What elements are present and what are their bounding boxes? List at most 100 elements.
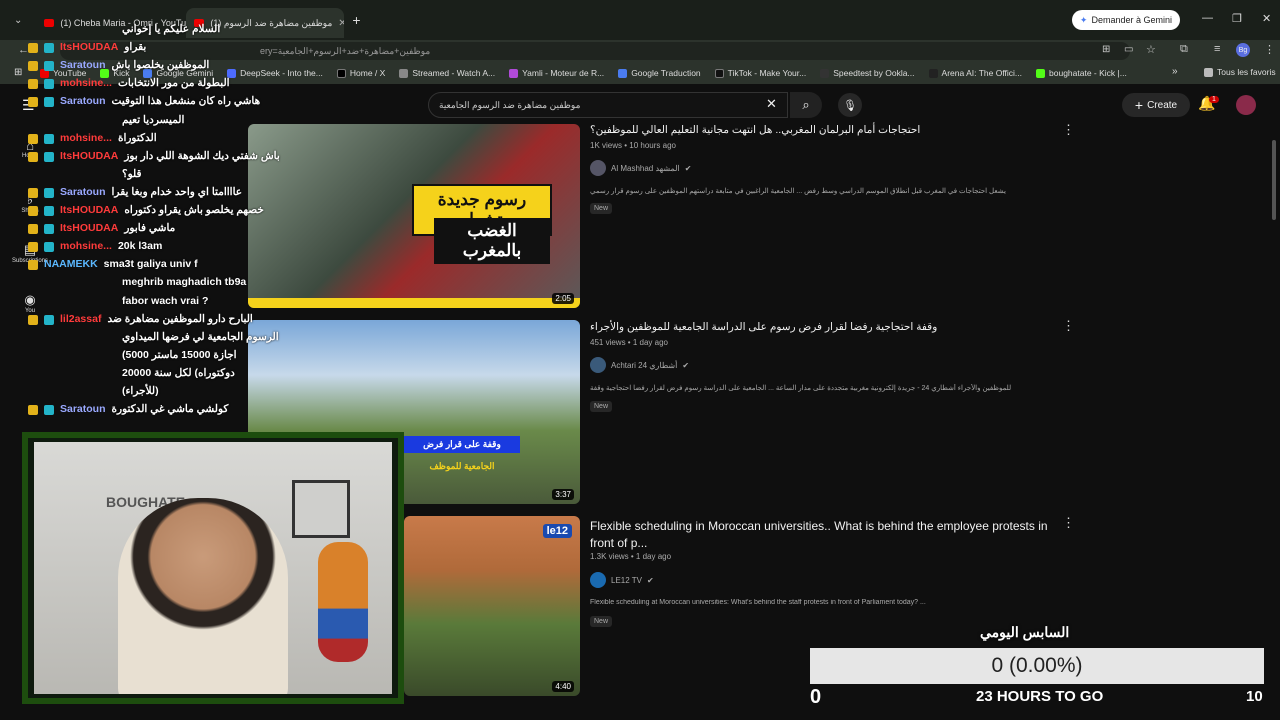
chat-username[interactable]: lil2assaf: [60, 313, 101, 325]
chat-text: الدكتوراة: [117, 131, 157, 144]
bookmark-translate[interactable]: Google Traduction: [618, 68, 701, 78]
chat-username[interactable]: ItsHOUDAA: [60, 41, 118, 53]
search-button[interactable]: ⌕: [790, 92, 822, 118]
bookmark-x[interactable]: Home / X: [336, 68, 386, 78]
chat-message: lil2assaf البارح دارو الموظفين مضاهرة ضد: [28, 313, 253, 325]
voice-search-button[interactable]: 🎙: [838, 93, 862, 117]
extensions-icon[interactable]: ⧉: [1180, 43, 1188, 56]
new-badge: New: [590, 616, 613, 627]
bookmark-tiktok[interactable]: TikTok - Make Your...: [714, 68, 806, 78]
chat-text: السلام عليكم يا إخواني: [122, 23, 221, 35]
close-tab-icon[interactable]: ✕: [338, 18, 344, 29]
chat-text: هاشي راه كان منشعل هذا التوقيت: [111, 95, 261, 108]
channel-avatar: [590, 160, 606, 176]
chat-text: fabor wach vrai ?: [122, 294, 209, 307]
bookmark-streamed[interactable]: Streamed - Watch A...: [399, 68, 495, 78]
chat-username[interactable]: NAAMEKK: [44, 258, 98, 270]
more-actions-icon[interactable]: ⋮: [1062, 515, 1075, 531]
chat-message: الرسوم الجامعية لي فرضها الميداوي: [28, 331, 279, 343]
all-bookmarks-folder[interactable]: Tous les favoris: [1204, 67, 1276, 77]
more-actions-icon[interactable]: ⋮: [1062, 318, 1075, 334]
chat-username[interactable]: Saratoun: [60, 95, 106, 107]
translate-icon[interactable]: ⊞: [1102, 44, 1110, 55]
chat-message: NAAMEKK sma3t galiya univ f: [28, 258, 198, 271]
chat-username[interactable]: mohsine...: [60, 132, 112, 144]
bookmark-label: Arena AI: The Offici...: [941, 68, 1023, 78]
chat-message: ItsHOUDAA بقراو: [28, 41, 146, 54]
channel-name: Achtari 24 أشطاري: [611, 360, 678, 370]
chat-username[interactable]: ItsHOUDAA: [60, 150, 118, 162]
create-button[interactable]: + Create: [1122, 93, 1190, 117]
chat-text: قلو؟: [122, 167, 142, 180]
subscriber-badge-icon: [44, 187, 54, 198]
chat-message: fabor wach vrai ?: [28, 295, 208, 307]
chat-username[interactable]: ItsHOUDAA: [60, 222, 118, 234]
apps-icon[interactable]: ⊞: [14, 67, 22, 78]
chat-username[interactable]: mohsine...: [60, 77, 112, 89]
video-duration: 4:40: [552, 681, 574, 692]
chat-message: ItsHOUDAA باش شفتي ديك الشوهة اللي دار بو…: [28, 150, 280, 162]
search-value: موظفين مضاهرة ضد الرسوم الجامعية: [439, 99, 581, 110]
minimize-window-icon[interactable]: —: [1202, 12, 1213, 24]
clear-search-icon[interactable]: ✕: [766, 96, 777, 112]
url-field[interactable]: ery= موظفين+مضاهرة+ضد+الرسوم+الجامعية: [60, 42, 1130, 60]
video-thumbnail[interactable]: le12 4:40: [404, 516, 580, 696]
bookmark-label: Home / X: [349, 68, 386, 78]
maximize-window-icon[interactable]: ❐: [1232, 12, 1242, 25]
search-icon: ⌕: [802, 97, 810, 112]
bookmark-boughatate[interactable]: boughatate - Kick |...: [1036, 68, 1127, 78]
channel-avatar: [590, 572, 606, 588]
media-icon[interactable]: ≡: [1214, 43, 1220, 55]
video-channel[interactable]: Achtari 24 أشطاري ✔: [590, 357, 689, 373]
arena-icon: [928, 68, 938, 78]
chat-text: الرسوم الجامعية لي فرضها الميداوي: [122, 330, 279, 343]
cast-icon[interactable]: ▭: [1124, 44, 1133, 55]
video-thumbnail[interactable]: رسوم جديدة تشعل الغضب بالمغرب 2:05: [248, 124, 580, 308]
bookmark-star-icon[interactable]: ☆: [1146, 43, 1156, 56]
chat-text: الموظفين يخلصوا باش: [111, 59, 210, 72]
tab-search-dropdown-icon[interactable]: ⌄: [14, 15, 22, 26]
chat-username[interactable]: ItsHOUDAA: [60, 204, 118, 216]
menu-icon[interactable]: ⋮: [1264, 43, 1275, 56]
more-actions-icon[interactable]: ⋮: [1062, 122, 1075, 138]
profile-icon[interactable]: Bg: [1236, 43, 1250, 57]
bookmark-yamli[interactable]: Yamli - Moteur de R...: [509, 68, 604, 78]
video-title[interactable]: Flexible scheduling in Moroccan universi…: [590, 518, 1060, 552]
video-channel[interactable]: Al Mashhad المشهد ✔: [590, 160, 691, 176]
chat-message: meghrib maghadich tb9a: [28, 276, 246, 288]
bookmark-speedtest[interactable]: Speedtest by Ookla...: [820, 68, 915, 78]
chat-username[interactable]: mohsine...: [60, 240, 112, 252]
chat-username[interactable]: Saratoun: [60, 186, 106, 198]
close-window-icon[interactable]: ✕: [1262, 12, 1271, 25]
bookmark-arena[interactable]: Arena AI: The Offici...: [928, 68, 1023, 78]
subscriber-badge-icon: [44, 97, 54, 108]
new-tab-button[interactable]: +: [352, 12, 360, 28]
thumbnail-bottom-bar: [248, 298, 580, 308]
more-bookmarks-icon[interactable]: »: [1172, 66, 1178, 77]
thumbnail-overlay: الغضب بالمغرب: [434, 218, 550, 264]
wall-frame: [292, 480, 350, 538]
page-scrollbar[interactable]: [1272, 140, 1276, 220]
new-badge: New: [590, 401, 613, 412]
bookmark-deepseek[interactable]: DeepSeek - Into the...: [227, 68, 323, 78]
youtube-search-input[interactable]: موظفين مضاهرة ضد الرسوم الجامعية: [428, 92, 788, 118]
kick-icon: [1036, 68, 1046, 78]
video-meta: 451 views • 1 day ago: [590, 338, 668, 347]
video-title[interactable]: احتجاجات أمام البرلمان المغربي.. هل انته…: [590, 124, 1060, 136]
streamer: [118, 498, 288, 694]
chat-text: البارح دارو الموظفين مضاهرة ضد: [107, 312, 253, 325]
folder-icon: [1204, 67, 1213, 77]
chat-text: خصهم يخلصو باش يقراو دكتوراه: [124, 204, 264, 216]
account-avatar[interactable]: [1236, 95, 1256, 115]
crown-badge-icon: [28, 133, 38, 144]
subscriber-badge-icon: [44, 61, 54, 72]
goal-time-left: 23 HOURS TO GO: [976, 688, 1104, 705]
video-channel[interactable]: LE12 TV ✔: [590, 572, 654, 588]
goal-min: 0: [810, 686, 822, 708]
ask-gemini-button[interactable]: ✦ Demander à Gemini: [1071, 10, 1180, 30]
video-title[interactable]: وقفة احتجاجية رفضا لقرار فرض رسوم على ال…: [590, 321, 1060, 333]
chat-username[interactable]: Saratoun: [60, 403, 106, 415]
screen: ⌄ (1) Cheba Maria - Omri - YouTu ✕ (1) م…: [0, 0, 1280, 720]
new-badge: New: [590, 203, 613, 214]
chat-username[interactable]: Saratoun: [60, 59, 106, 71]
